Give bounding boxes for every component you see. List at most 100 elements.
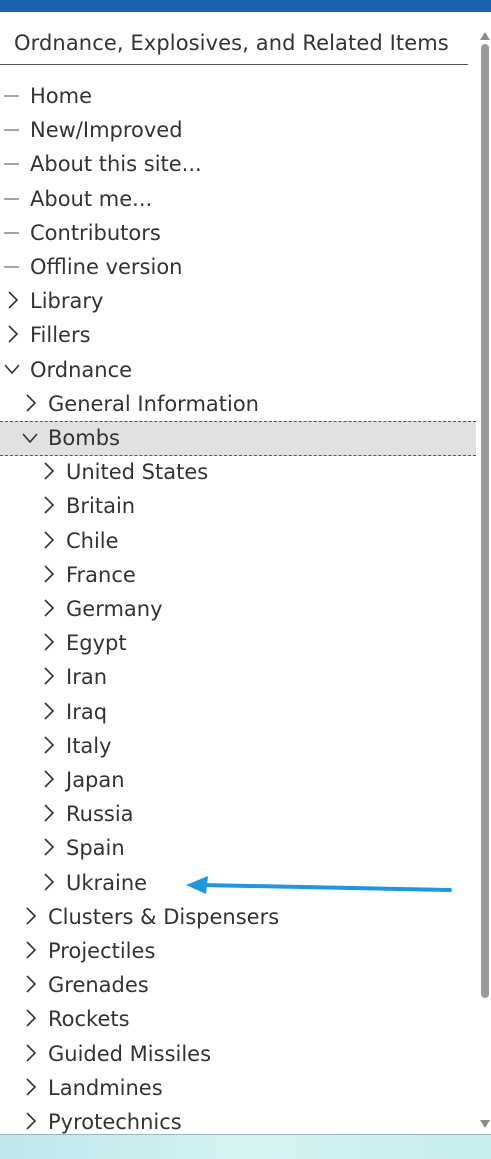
tree-item-label: Britain [66, 494, 136, 519]
tree-item-grenades[interactable]: Grenades [0, 968, 476, 1002]
tree-item-united-states[interactable]: United States [0, 455, 476, 489]
chevron-right-icon[interactable] [22, 387, 40, 421]
chevron-right-icon[interactable] [40, 524, 58, 558]
tree-item-ordnance[interactable]: Ordnance [0, 353, 476, 387]
scroll-down-arrow-icon[interactable] [480, 1120, 490, 1128]
tree-item-label: Iran [66, 665, 108, 690]
chevron-right-icon[interactable] [22, 968, 40, 1002]
annotation-arrow-shaft [200, 883, 452, 892]
dash-icon [4, 79, 22, 113]
annotation-arrow-icon [186, 876, 452, 894]
chevron-right-icon[interactable] [40, 489, 58, 523]
tree-item-library[interactable]: Library [0, 284, 476, 318]
tree-item-about-me[interactable]: About me... [0, 182, 476, 216]
tree-item-general-information[interactable]: General Information [0, 387, 476, 421]
tree-item-label: New/Improved [30, 118, 183, 143]
dash-icon [4, 250, 22, 284]
tree-item-projectiles[interactable]: Projectiles [0, 934, 476, 968]
tree-item-label: Chile [66, 528, 119, 553]
dash-icon [4, 216, 22, 250]
tree-item-japan[interactable]: Japan [0, 763, 476, 797]
chevron-right-icon[interactable] [22, 1002, 40, 1036]
tree-item-russia[interactable]: Russia [0, 797, 476, 831]
tree-item-label: Japan [66, 768, 125, 792]
tree-item-guided-missiles[interactable]: Guided Missiles [0, 1037, 476, 1071]
chevron-right-icon[interactable] [40, 729, 58, 763]
tree-item-offline-version[interactable]: Offline version [0, 250, 476, 284]
tree-item-label: Offline version [30, 255, 183, 279]
tree-item-bombs[interactable]: Bombs [0, 421, 476, 456]
tree-item-landmines[interactable]: Landmines [0, 1071, 476, 1105]
chevron-right-icon[interactable] [40, 626, 58, 660]
chevron-right-icon[interactable] [40, 866, 58, 900]
chevron-right-icon[interactable] [22, 1037, 40, 1071]
tree-item-label: Russia [66, 802, 134, 827]
chevron-right-icon[interactable] [22, 1071, 40, 1105]
tree-item-contributors[interactable]: Contributors [0, 216, 476, 250]
chevron-right-icon[interactable] [22, 934, 40, 968]
dash-icon [4, 147, 22, 181]
tree-item-chile[interactable]: Chile [0, 524, 476, 558]
scrollbar-thumb[interactable] [481, 44, 489, 998]
tree-item-label: Pyrotechnics [48, 1110, 182, 1134]
tree-item-egypt[interactable]: Egypt [0, 626, 476, 660]
annotation-arrow-head [186, 876, 208, 894]
tree-item-label: Rockets [48, 1007, 130, 1032]
tree-item-france[interactable]: France [0, 558, 476, 592]
tree-item-label: Italy [66, 733, 112, 758]
tree-item-label: Projectiles [48, 939, 156, 963]
panel-title: Ordnance, Explosives, and Related Items [14, 31, 449, 55]
window-top-bar [0, 0, 491, 12]
tree-item-label: Grenades [48, 973, 149, 998]
scroll-up-arrow-icon[interactable] [480, 32, 490, 40]
chevron-right-icon[interactable] [40, 455, 58, 489]
navigation-panel: Ordnance, Explosives, and Related Items … [0, 12, 478, 1134]
tree-item-new-improved[interactable]: New/Improved [0, 113, 476, 147]
tree-item-iraq[interactable]: Iraq [0, 695, 476, 729]
tree-item-germany[interactable]: Germany [0, 592, 476, 626]
tree-item-italy[interactable]: Italy [0, 729, 476, 763]
chevron-right-icon[interactable] [22, 1105, 40, 1134]
tree-item-label: About me... [30, 186, 153, 211]
chevron-right-icon[interactable] [40, 558, 58, 592]
tree-item-label: Egypt [66, 631, 127, 656]
tree-item-iran[interactable]: Iran [0, 660, 476, 694]
tree-item-label: United States [66, 460, 209, 485]
tree-item-britain[interactable]: Britain [0, 489, 476, 523]
tree-item-label: Guided Missiles [48, 1041, 212, 1066]
tree-item-label: About this site... [30, 152, 202, 177]
tree-item-rockets[interactable]: Rockets [0, 1002, 476, 1036]
tree-item-label: Home [30, 84, 93, 108]
chevron-right-icon[interactable] [4, 318, 22, 352]
chevron-right-icon[interactable] [40, 797, 58, 831]
tree-item-pyrotechnics[interactable]: Pyrotechnics [0, 1105, 476, 1134]
tree-item-label: Bombs [48, 426, 120, 450]
tree-item-label: General Information [48, 391, 259, 416]
chevron-right-icon[interactable] [40, 831, 58, 865]
tree-item-label: Landmines [48, 1075, 163, 1100]
title-divider [0, 64, 468, 65]
tree-item-label: France [66, 562, 136, 587]
chevron-right-icon[interactable] [40, 695, 58, 729]
tree-item-label: Ukraine [66, 870, 148, 895]
chevron-right-icon[interactable] [40, 592, 58, 626]
chevron-right-icon[interactable] [22, 900, 40, 934]
vertical-scrollbar[interactable] [478, 12, 491, 1134]
bottom-bar [0, 1134, 491, 1159]
tree-item-label: Contributors [30, 220, 161, 245]
tree-item-fillers[interactable]: Fillers [0, 318, 476, 352]
tree-item-label: Germany [66, 597, 163, 621]
tree-item-home[interactable]: Home [0, 79, 476, 113]
chevron-down-icon[interactable] [4, 353, 22, 387]
chevron-right-icon[interactable] [40, 660, 58, 694]
tree-item-spain[interactable]: Spain [0, 831, 476, 865]
chevron-down-icon[interactable] [22, 422, 40, 456]
tree-item-label: Library [30, 289, 104, 314]
chevron-right-icon[interactable] [40, 763, 58, 797]
dash-icon [4, 113, 22, 147]
chevron-right-icon[interactable] [4, 284, 22, 318]
tree-item-label: Iraq [66, 699, 108, 724]
tree-item-about-this-site[interactable]: About this site... [0, 147, 476, 181]
tree-item-clusters-dispensers[interactable]: Clusters & Dispensers [0, 900, 476, 934]
dash-icon [4, 182, 22, 216]
